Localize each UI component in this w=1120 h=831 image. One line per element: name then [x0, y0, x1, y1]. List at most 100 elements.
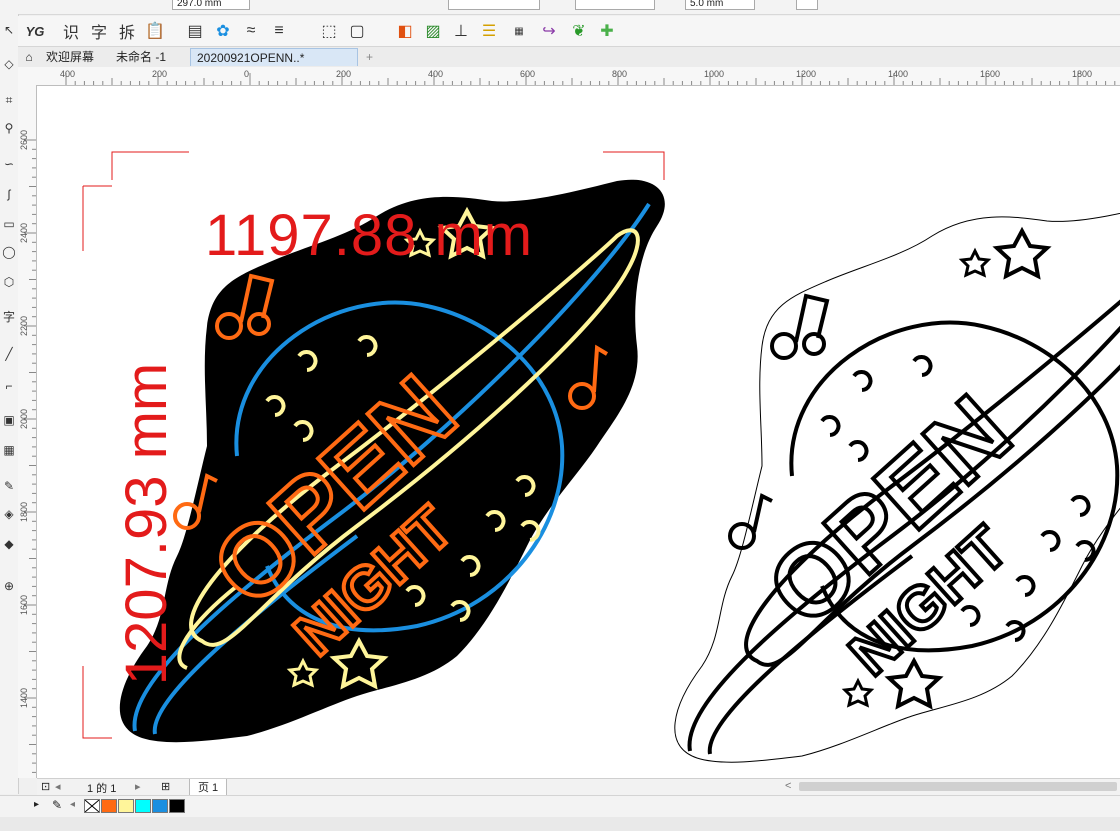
ruler-label: 1800 — [19, 502, 29, 522]
tab-document[interactable]: 20200921OPENN..* — [190, 48, 358, 66]
add-page-icon[interactable]: ⊞ — [161, 780, 170, 793]
table-icon[interactable]: ▤ — [184, 20, 206, 42]
rectangle-tool-icon[interactable]: ▭ — [0, 214, 18, 234]
drawing-canvas[interactable]: OPEN NIGHT OPEN NIGHT 1197.88 mm 1207.93… — [37, 86, 1120, 778]
page-tab[interactable]: 页 1 — [189, 779, 228, 796]
scroll-left-icon[interactable]: < — [785, 780, 791, 792]
eyedropper-icon[interactable]: ✎ — [52, 798, 62, 812]
leaf-icon[interactable]: ❦ — [568, 20, 590, 42]
dropdown-field[interactable] — [575, 0, 655, 10]
dots-icon[interactable]: ▦ — [508, 20, 530, 42]
dimension-lines: OPEN NIGHT OPEN NIGHT — [82, 151, 1120, 763]
neon-design-outline: OPEN NIGHT — [674, 212, 1120, 763]
ruler-label: 200 — [336, 69, 351, 79]
color-swatch[interactable] — [118, 799, 134, 813]
pick-tool-icon[interactable]: ↖ — [0, 20, 18, 40]
ruler-label: 1600 — [19, 595, 29, 615]
image-icon[interactable]: ▨ — [422, 20, 444, 42]
page-counter: 1 的 1 — [87, 783, 117, 795]
line-tool-icon[interactable]: ╱ — [0, 344, 18, 364]
property-bar: 297.0 mm 5.0 mm — [0, 0, 1120, 15]
small-button[interactable] — [796, 0, 818, 10]
ruler-label: 0 — [244, 69, 249, 79]
shape-tool-icon[interactable]: ◇ — [0, 54, 18, 74]
connector-tool-icon[interactable]: ⌐ — [0, 376, 18, 396]
ruler-label: 1000 — [704, 69, 724, 79]
color-icon[interactable]: ◧ — [394, 20, 416, 42]
color-swatch[interactable] — [101, 799, 117, 813]
no-color-icon — [84, 799, 100, 813]
puzzle-icon[interactable]: ✚ — [596, 20, 618, 42]
list-icon[interactable]: ☰ — [478, 20, 500, 42]
rect-select-icon[interactable]: ▢ — [346, 20, 368, 42]
horizontal-scrollbar[interactable] — [799, 782, 1117, 791]
clipboard-icon[interactable]: 📋 — [144, 20, 166, 42]
flower-icon[interactable]: ✿ — [212, 20, 234, 42]
no-color-swatch[interactable] — [84, 799, 100, 813]
color-swatch[interactable] — [135, 799, 151, 813]
link-icon[interactable]: ↪ — [538, 20, 560, 42]
height-dimension-label: 1207.93 mm — [114, 362, 179, 686]
document-tabs: ⌂ 欢迎屏幕 未命名 -1 20200921OPENN..* + — [18, 47, 1120, 68]
tab-welcome[interactable]: 欢迎屏幕 — [40, 48, 100, 66]
color-palette: ▸ ✎ ◂ — [0, 795, 1120, 818]
first-page-icon[interactable]: ⊡ — [41, 780, 50, 793]
horizontal-ruler-ticks: 400 200 0 200 400 600 800 1000 1200 1400 1600 1800 — [60, 69, 1116, 85]
zoom-tool-icon[interactable]: ⚲ — [0, 118, 18, 138]
ruler-label: 400 — [60, 69, 75, 79]
text-tool-icon[interactable]: 字 — [0, 306, 18, 326]
artistic-tool-icon[interactable]: ʃ — [0, 184, 18, 204]
toolbox: ↖ ◇ ⌗ ⚲ ∽ ʃ ▭ ◯ ⬡ 字 ╱ ⌐ ▣ ▦ ✎ ◈ ◆ ⊕ — [0, 14, 19, 794]
ruler-label: 800 — [612, 69, 627, 79]
add-tool-icon[interactable]: ⊕ — [0, 576, 18, 596]
prev-page-icon[interactable]: ◂ — [55, 780, 61, 793]
crop-tool-icon[interactable]: ⌗ — [0, 90, 18, 110]
wave-icon[interactable]: ≈ — [240, 20, 262, 42]
vertical-ruler[interactable]: 2600 2400 2200 2000 1800 1600 1400 — [18, 85, 37, 778]
tab-untitled[interactable]: 未命名 -1 — [110, 48, 172, 66]
select-icon[interactable]: ⬚ — [318, 20, 340, 42]
home-icon[interactable]: ⌂ — [18, 48, 40, 66]
ruler-corner[interactable] — [18, 67, 39, 86]
width-dimension-label: 1197.88 mm — [205, 203, 534, 268]
transparency-tool-icon[interactable]: ▦ — [0, 440, 18, 460]
ruler-label: 2600 — [19, 130, 29, 150]
ruler-label: 200 — [152, 69, 167, 79]
palette-left-icon[interactable]: ◂ — [70, 799, 75, 810]
next-page-icon[interactable]: ▸ — [135, 780, 141, 793]
palette-arrow-icon[interactable]: ▸ — [34, 799, 39, 810]
horizontal-ruler[interactable]: 400 200 0 200 400 600 800 1000 1200 1400 1600 1800 — [38, 67, 1120, 86]
align-icon[interactable]: ⊥ — [450, 20, 472, 42]
ruler-label: 1800 — [1072, 69, 1092, 79]
nudge-field[interactable]: 5.0 mm — [685, 0, 755, 10]
color-swatch[interactable] — [152, 799, 168, 813]
page-navigator: ⊡ ◂ 1 的 1 ▸ ⊞ 页 1 < — [37, 778, 1120, 796]
ruler-label: 1600 — [980, 69, 1000, 79]
fill-tool-icon[interactable]: ◈ — [0, 504, 18, 524]
size-field[interactable] — [448, 0, 540, 10]
recognize-icon[interactable]: 识 — [60, 20, 82, 42]
freehand-tool-icon[interactable]: ∽ — [0, 154, 18, 174]
ruler-label: 400 — [428, 69, 443, 79]
smart-fill-tool-icon[interactable]: ◆ — [0, 534, 18, 554]
ruler-label: 1200 — [796, 69, 816, 79]
shadow-tool-icon[interactable]: ▣ — [0, 410, 18, 430]
ruler-label: 2200 — [19, 316, 29, 336]
lines-icon[interactable]: ≡ — [268, 20, 290, 42]
ruler-label: 600 — [520, 69, 535, 79]
status-strip — [0, 817, 1120, 831]
ruler-label: 1400 — [19, 688, 29, 708]
eyedropper-tool-icon[interactable]: ✎ — [0, 476, 18, 496]
text-icon[interactable]: 字 — [88, 20, 110, 42]
color-swatch[interactable] — [169, 799, 185, 813]
split-icon[interactable]: 拆 — [116, 20, 138, 42]
main-toolbar: YG 识 字 拆 📋 ▤ ✿ ≈ ≡ ⬚ ▢ ◧ ▨ ⊥ ☰ ▦ ↪ ❦ ✚ — [18, 16, 1120, 47]
ruler-label: 2000 — [19, 409, 29, 429]
add-tab-button[interactable]: + — [360, 48, 379, 66]
polygon-tool-icon[interactable]: ⬡ — [0, 272, 18, 292]
yg-icon[interactable]: YG — [24, 20, 46, 42]
page-height-field[interactable]: 297.0 mm — [172, 0, 250, 10]
ruler-label: 2400 — [19, 223, 29, 243]
ruler-label: 1400 — [888, 69, 908, 79]
ellipse-tool-icon[interactable]: ◯ — [0, 242, 18, 262]
